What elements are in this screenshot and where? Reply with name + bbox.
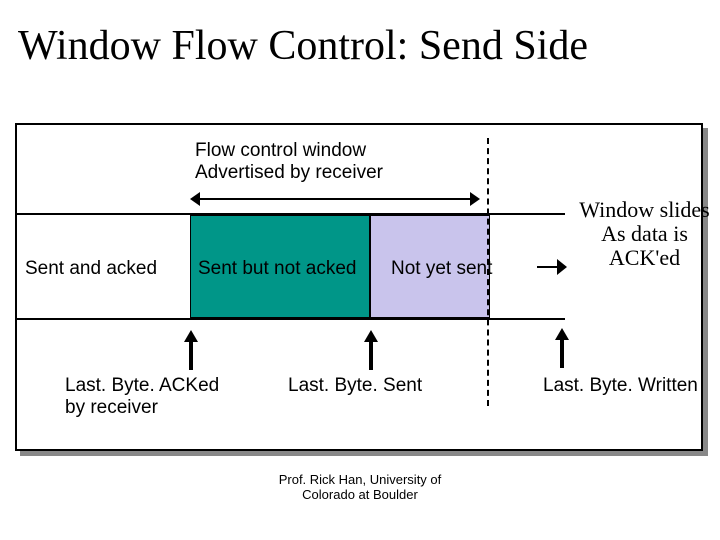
slide-title: Window Flow Control: Send Side xyxy=(18,22,588,70)
label-last-byte-acked-line1: Last. Byte. ACKed xyxy=(65,375,219,397)
footer-line1: Prof. Rick Han, University of xyxy=(0,472,720,487)
pointer-last-byte-written xyxy=(555,328,569,368)
label-last-byte-acked-line2: by receiver xyxy=(65,397,219,419)
flow-control-label-line1: Flow control window xyxy=(195,140,383,162)
pointer-last-byte-acked xyxy=(184,330,198,370)
advertised-window-boundary-line xyxy=(487,138,489,406)
slide-footer: Prof. Rick Han, University of Colorado a… xyxy=(0,472,720,502)
arrow-left-head-icon xyxy=(190,192,200,206)
flow-control-label-line2: Advertised by receiver xyxy=(195,162,383,184)
arrow-right-head-icon xyxy=(557,259,567,275)
footer-line2: Colorado at Boulder xyxy=(0,487,720,502)
flow-control-label: Flow control window Advertised by receiv… xyxy=(195,140,383,184)
label-sent-and-acked: Sent and acked xyxy=(25,258,157,280)
window-slides-line2: As data is xyxy=(567,222,720,246)
arrow-right-head-icon xyxy=(470,192,480,206)
window-slides-arrow xyxy=(537,259,567,275)
buffer-line-bottom xyxy=(17,318,565,320)
label-last-byte-sent: Last. Byte. Sent xyxy=(288,375,422,397)
flow-window-span-arrow xyxy=(190,192,480,206)
label-last-byte-written: Last. Byte. Written xyxy=(543,375,698,397)
window-slides-line3: ACK'ed xyxy=(567,246,720,270)
window-slides-line1: Window slides xyxy=(567,198,720,222)
pointer-last-byte-sent xyxy=(364,330,378,370)
label-last-byte-acked: Last. Byte. ACKed by receiver xyxy=(65,375,219,419)
window-slides-note: Window slides As data is ACK'ed xyxy=(567,198,720,270)
label-sent-but-not-acked: Sent but not acked xyxy=(198,258,356,280)
label-not-yet-sent: Not yet sent xyxy=(391,258,492,280)
